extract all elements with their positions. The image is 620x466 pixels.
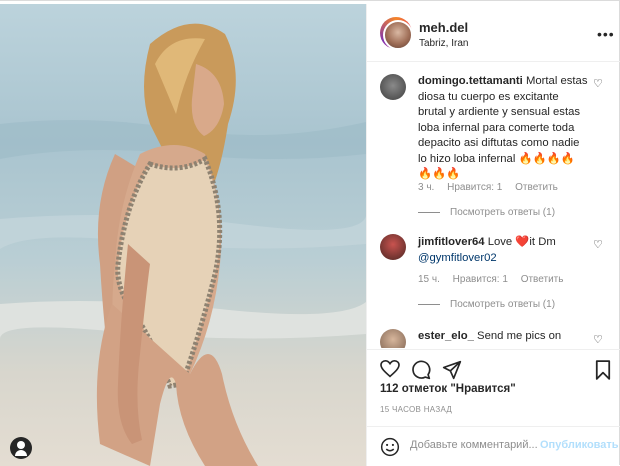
comment-text: domingo.tettamanti Mortal estas diosa tu… — [418, 74, 588, 183]
comment-likes[interactable]: Нравится: 1 — [453, 274, 508, 285]
publish-button[interactable]: Опубликовать — [540, 439, 619, 451]
reply-button[interactable]: Ответить — [521, 274, 564, 285]
user-tag-icon[interactable] — [10, 437, 32, 459]
post-photo[interactable] — [0, 4, 366, 466]
heart-icon[interactable]: ♡ — [593, 238, 603, 251]
avatar[interactable] — [380, 234, 406, 260]
avatar[interactable] — [380, 74, 406, 100]
bookmark-icon[interactable] — [595, 360, 611, 380]
comment-body: Love ❤️it Dm — [487, 236, 556, 248]
heart-icon[interactable]: ♡ — [593, 333, 603, 346]
comment-input[interactable] — [410, 439, 538, 451]
comment-text: ester_elo_ Send me pics on — [418, 329, 588, 345]
post-header: meh.del Tabriz, Iran ••• — [367, 4, 620, 62]
view-replies-button[interactable]: Посмотреть ответы (1) — [418, 207, 555, 218]
mention-link[interactable]: @gymfitlover02 — [418, 252, 497, 264]
share-icon[interactable] — [442, 360, 462, 380]
avatar[interactable] — [380, 329, 406, 348]
heart-icon[interactable] — [380, 360, 400, 378]
more-icon[interactable]: ••• — [597, 26, 615, 42]
comment-likes[interactable]: Нравится: 1 — [447, 182, 502, 193]
add-comment-bar: Опубликовать — [367, 426, 620, 466]
view-replies-button[interactable]: Посмотреть ответы (1) — [418, 299, 555, 310]
post-sidebar: meh.del Tabriz, Iran ••• domingo.tettama… — [366, 4, 620, 466]
comment-username[interactable]: jimfitlover64 — [418, 236, 485, 248]
post-dialog: meh.del Tabriz, Iran ••• domingo.tettama… — [0, 0, 620, 466]
post-timestamp: 15 ЧАСОВ НАЗАД — [380, 405, 453, 414]
comment-username[interactable]: domingo.tettamanti — [418, 75, 523, 87]
heart-icon[interactable]: ♡ — [593, 77, 603, 90]
photo-illustration — [0, 23, 366, 466]
comment-time[interactable]: 3 ч. — [418, 182, 434, 193]
comment-body: Send me pics on — [477, 330, 562, 342]
reply-button[interactable]: Ответить — [515, 182, 558, 193]
comment-username[interactable]: ester_elo_ — [418, 330, 474, 342]
post-location[interactable]: Tabriz, Iran — [419, 38, 468, 49]
comment-time[interactable]: 15 ч. — [418, 274, 440, 285]
comment-meta: 3 ч. Нравится: 1 Ответить — [418, 182, 568, 193]
comment-body: Mortal estas diosa tu cuerpo es excitant… — [418, 75, 588, 180]
comment-icon[interactable] — [411, 360, 431, 380]
emoji-icon[interactable] — [380, 437, 400, 457]
author-avatar[interactable] — [380, 17, 413, 50]
likes-count[interactable]: 112 отметок "Нравится" — [380, 383, 516, 395]
post-actions — [367, 349, 620, 381]
comments-list: domingo.tettamanti Mortal estas diosa tu… — [367, 63, 620, 348]
comment-meta: 15 ч. Нравится: 1 Ответить — [418, 274, 573, 285]
author-username[interactable]: meh.del — [419, 20, 468, 35]
comment-text: jimfitlover64 Love ❤️it Dm @gymfitlover0… — [418, 235, 588, 266]
